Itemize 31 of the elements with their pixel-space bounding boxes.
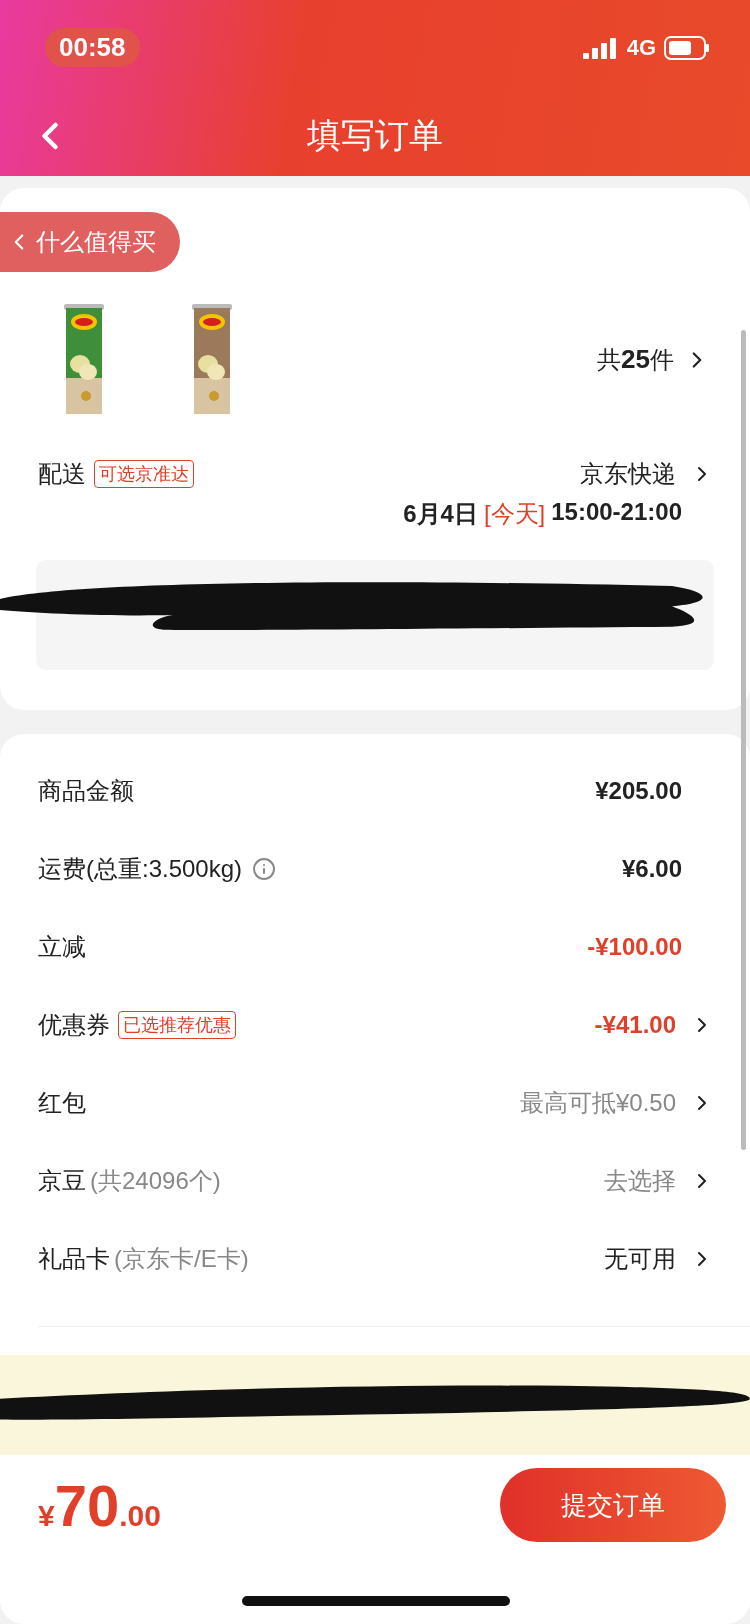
fee-label: 优惠券	[38, 1010, 110, 1040]
fee-value: -¥100.00	[587, 933, 682, 961]
delivery-day: [今天]	[483, 498, 546, 530]
info-icon[interactable]	[252, 857, 277, 881]
fee-value: ¥205.00	[595, 777, 682, 805]
fee-label: 红包	[38, 1088, 86, 1118]
delivery-date: 6月4日	[403, 499, 478, 529]
fee-label: 京豆 (共24096个)	[38, 1166, 221, 1196]
battery-icon	[664, 35, 710, 60]
delivery-time: 15:00-21:00	[551, 498, 682, 527]
fee-value: -¥41.00	[594, 1011, 676, 1039]
coupon-tag: 已选推荐优惠	[118, 1011, 236, 1039]
status-time: 00:58	[45, 28, 140, 67]
fee-value: ¥6.00	[621, 855, 682, 883]
fee-label: 礼品卡 (京东卡/E卡)	[38, 1244, 249, 1274]
fee-label: 商品金额	[38, 776, 134, 806]
delivery-label: 配送	[38, 459, 86, 489]
delivery-tag: 可选京准达	[94, 460, 194, 488]
fee-value: 去选择	[604, 1166, 676, 1196]
fee-value: 无可用	[604, 1244, 676, 1274]
network-label: 4G	[626, 34, 656, 61]
carrier-label: 京东快递	[580, 459, 676, 489]
signal-icon	[582, 36, 619, 59]
fee-label: 立减	[38, 932, 86, 962]
page-title: 填写订单	[307, 114, 443, 156]
back-link[interactable]: 什么值得买	[0, 212, 180, 272]
item-count: 共25件	[597, 344, 674, 376]
fee-label: 运费(总重:3.500kg)	[38, 854, 243, 884]
total-price: ¥70.00	[38, 1471, 161, 1539]
fee-value: 最高可抵¥0.50	[519, 1088, 676, 1118]
submit-order-button[interactable]: 提交订单	[500, 1468, 726, 1542]
